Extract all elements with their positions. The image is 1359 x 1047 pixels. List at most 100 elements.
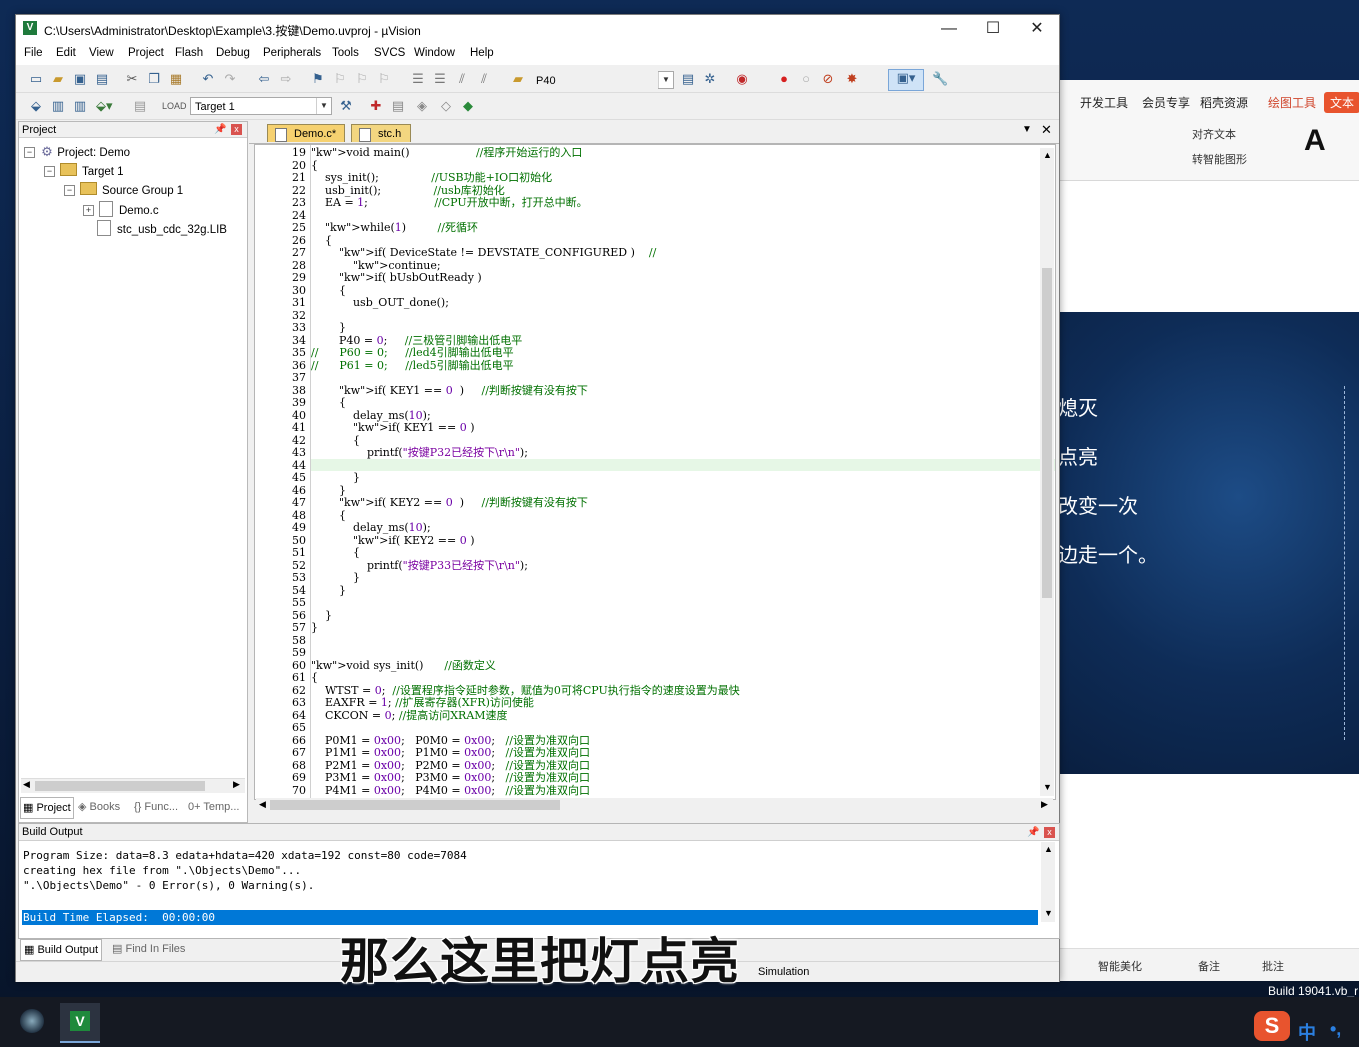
code-line[interactable]: { [311,546,360,560]
expand-icon[interactable]: + [83,205,94,216]
tab-list-dropdown-icon[interactable]: ▼ [1022,124,1032,135]
prev-bookmark-icon[interactable]: ⚐ [332,71,348,87]
build-output-line[interactable]: ".\Objects\Demo" - 0 Error(s), 0 Warning… [23,878,314,893]
code-line[interactable]: "kw">void sys_init() //函数定义 [311,659,496,673]
close-tab-icon[interactable]: ✕ [1041,122,1052,138]
camera-app-icon[interactable] [20,1009,44,1033]
ppt-tab-dev-tools[interactable]: 开发工具 [1080,94,1128,111]
panel-close-icon[interactable]: x [1044,827,1055,838]
ppt-tab-text[interactable]: 文本 [1324,92,1359,113]
menu-debug[interactable]: Debug [216,47,250,59]
menu-window[interactable]: Window [414,47,455,59]
indent-icon[interactable]: ☰ [410,71,426,87]
code-line[interactable]: CKCON = 0; //提高访问XRAM速度 [311,709,508,723]
tree-group[interactable]: − Source Group 1 [64,182,183,197]
tab-project[interactable]: ▦ Project [20,797,74,819]
ppt-tab-drawing-tools[interactable]: 绘图工具 [1268,94,1316,111]
next-bookmark-icon[interactable]: ⚐ [354,71,370,87]
uncomment-icon[interactable]: ⫽ [476,71,492,87]
nav-back-icon[interactable]: ⇦ [256,71,272,87]
undo-icon[interactable]: ↶ [200,71,216,87]
code-line[interactable]: usb_OUT_done(); [311,296,449,310]
ime-mode[interactable]: 中 [1298,1019,1316,1045]
find-icon[interactable]: ▤ [680,71,696,87]
comment-icon[interactable]: ⫽ [454,71,470,87]
tree-file-lib[interactable]: stc_usb_cdc_32g.LIB [97,220,227,236]
ppt-tab-docer[interactable]: 稻壳资源 [1200,94,1248,111]
code-line[interactable]: "kw">if( KEY2 == 0 ) //判断按键有没有按下 [311,496,588,510]
scroll-thumb[interactable] [1042,268,1052,598]
scroll-right-icon[interactable]: ▶ [1041,799,1048,810]
runtime-env-icon[interactable]: ◆ [460,98,476,114]
project-hscroll[interactable]: ◀ ▶ [21,778,245,793]
tree-target[interactable]: − Target 1 [44,163,124,178]
tab-books[interactable]: ◈ Books [78,797,120,817]
code-line[interactable]: } [311,621,318,635]
code-line[interactable]: "kw">void main() //程序开始运行的入口 [311,146,582,160]
download-icon[interactable]: LOAD [162,98,187,114]
ppt-smart-beautify[interactable]: 智能美化 [1098,958,1142,974]
menu-tools[interactable]: Tools [332,47,359,59]
menu-edit[interactable]: Edit [56,47,76,59]
select-pack-icon[interactable]: ◈ [414,98,430,114]
menu-file[interactable]: File [24,47,43,59]
code-line[interactable]: "kw">while(1) //死循环 [311,221,478,235]
code-editor[interactable]: 19 20 21 22 23 24 25 26 27 28 29 30 31 32 33 34 35 36 37 38… [254,144,1056,800]
pin-icon[interactable]: 📌 [214,122,226,138]
unindent-icon[interactable]: ☰ [432,71,448,87]
code-line[interactable]: } [311,584,346,598]
code-line[interactable]: // P61 = 0; //led5引脚输出低电平 [311,359,514,373]
scroll-down-icon[interactable]: ▼ [1043,782,1052,792]
configure-icon[interactable]: 🔧 [932,71,948,87]
tab-functions[interactable]: {} Func... [134,797,178,817]
sogou-ime-icon[interactable]: S [1254,1011,1290,1041]
find-combo-dropdown[interactable]: ▼ [658,71,674,89]
window-layout-icon[interactable]: ▣▾ [888,69,924,91]
nav-forward-icon[interactable]: ⇨ [278,71,294,87]
scroll-right-icon[interactable]: ▶ [233,779,240,790]
ppt-notes[interactable]: 备注 [1198,958,1220,974]
code-line[interactable]: } [311,471,360,485]
breakpoint-icon[interactable]: ● [776,71,792,87]
build-output-line[interactable]: Build Time Elapsed: 00:00:00 [23,910,215,925]
manage-components-icon[interactable]: ✚ [368,98,384,114]
bookmark-icon[interactable]: ⚑ [310,71,326,87]
file-extensions-icon[interactable]: ▤ [390,98,406,114]
ime-punctuation-icon[interactable]: •, [1330,1019,1341,1040]
close-button[interactable]: ✕ [1015,15,1059,43]
target-options-icon[interactable]: ⚒ [338,98,354,114]
code-line[interactable]: EA = 1; //CPU开放中断，打开总中断。 [311,196,588,210]
scroll-thumb[interactable] [35,781,205,791]
code-line[interactable]: "kw">if( KEY1 == 0 ) [311,421,475,435]
pack-installer-icon[interactable]: ◇ [438,98,454,114]
menu-project[interactable]: Project [128,47,164,59]
find-combo[interactable]: P40 [531,71,673,89]
ppt-comments[interactable]: 批注 [1262,958,1284,974]
build-icon[interactable]: ▥ [50,98,66,114]
scroll-up-icon[interactable]: ▲ [1043,150,1052,160]
clear-bookmarks-icon[interactable]: ⚐ [376,71,392,87]
tab-templates[interactable]: 0+ Temp... [188,797,239,817]
tab-find-in-files[interactable]: ▤ Find In Files [112,939,185,959]
code-line[interactable]: "kw">if( KEY1 == 0 ) //判断按键有没有按下 [311,384,588,398]
incremental-find-icon[interactable]: ✲ [702,71,718,87]
code-line[interactable]: "kw">if( bUsbOutReady ) [311,271,482,285]
scroll-thumb[interactable] [270,800,560,810]
code-line[interactable]: sys_init(); //USB功能+IO口初始化 [311,171,552,185]
tree-file-demo-c[interactable]: + Demo.c [83,201,159,217]
ppt-smart-shape[interactable]: 转智能图形 [1192,151,1247,167]
cut-icon[interactable]: ✂ [124,71,140,87]
menu-help[interactable]: Help [470,47,494,59]
paste-icon[interactable]: ▦ [168,71,184,87]
code-line[interactable]: { [311,396,346,410]
stop-build-icon[interactable]: ▤ [132,98,148,114]
kill-breakpoints-icon[interactable]: ✸ [844,71,860,87]
new-file-icon[interactable]: ▭ [28,71,44,87]
save-icon[interactable]: ▣ [72,71,88,87]
collapse-icon[interactable]: − [44,166,55,177]
scroll-down-icon[interactable]: ▼ [1044,908,1053,918]
redo-icon[interactable]: ↷ [222,71,238,87]
target-select[interactable]: Target 1 ▼ [190,97,332,115]
copy-icon[interactable]: ❐ [146,71,162,87]
disable-all-breakpoints-icon[interactable]: ⊘ [820,71,836,87]
